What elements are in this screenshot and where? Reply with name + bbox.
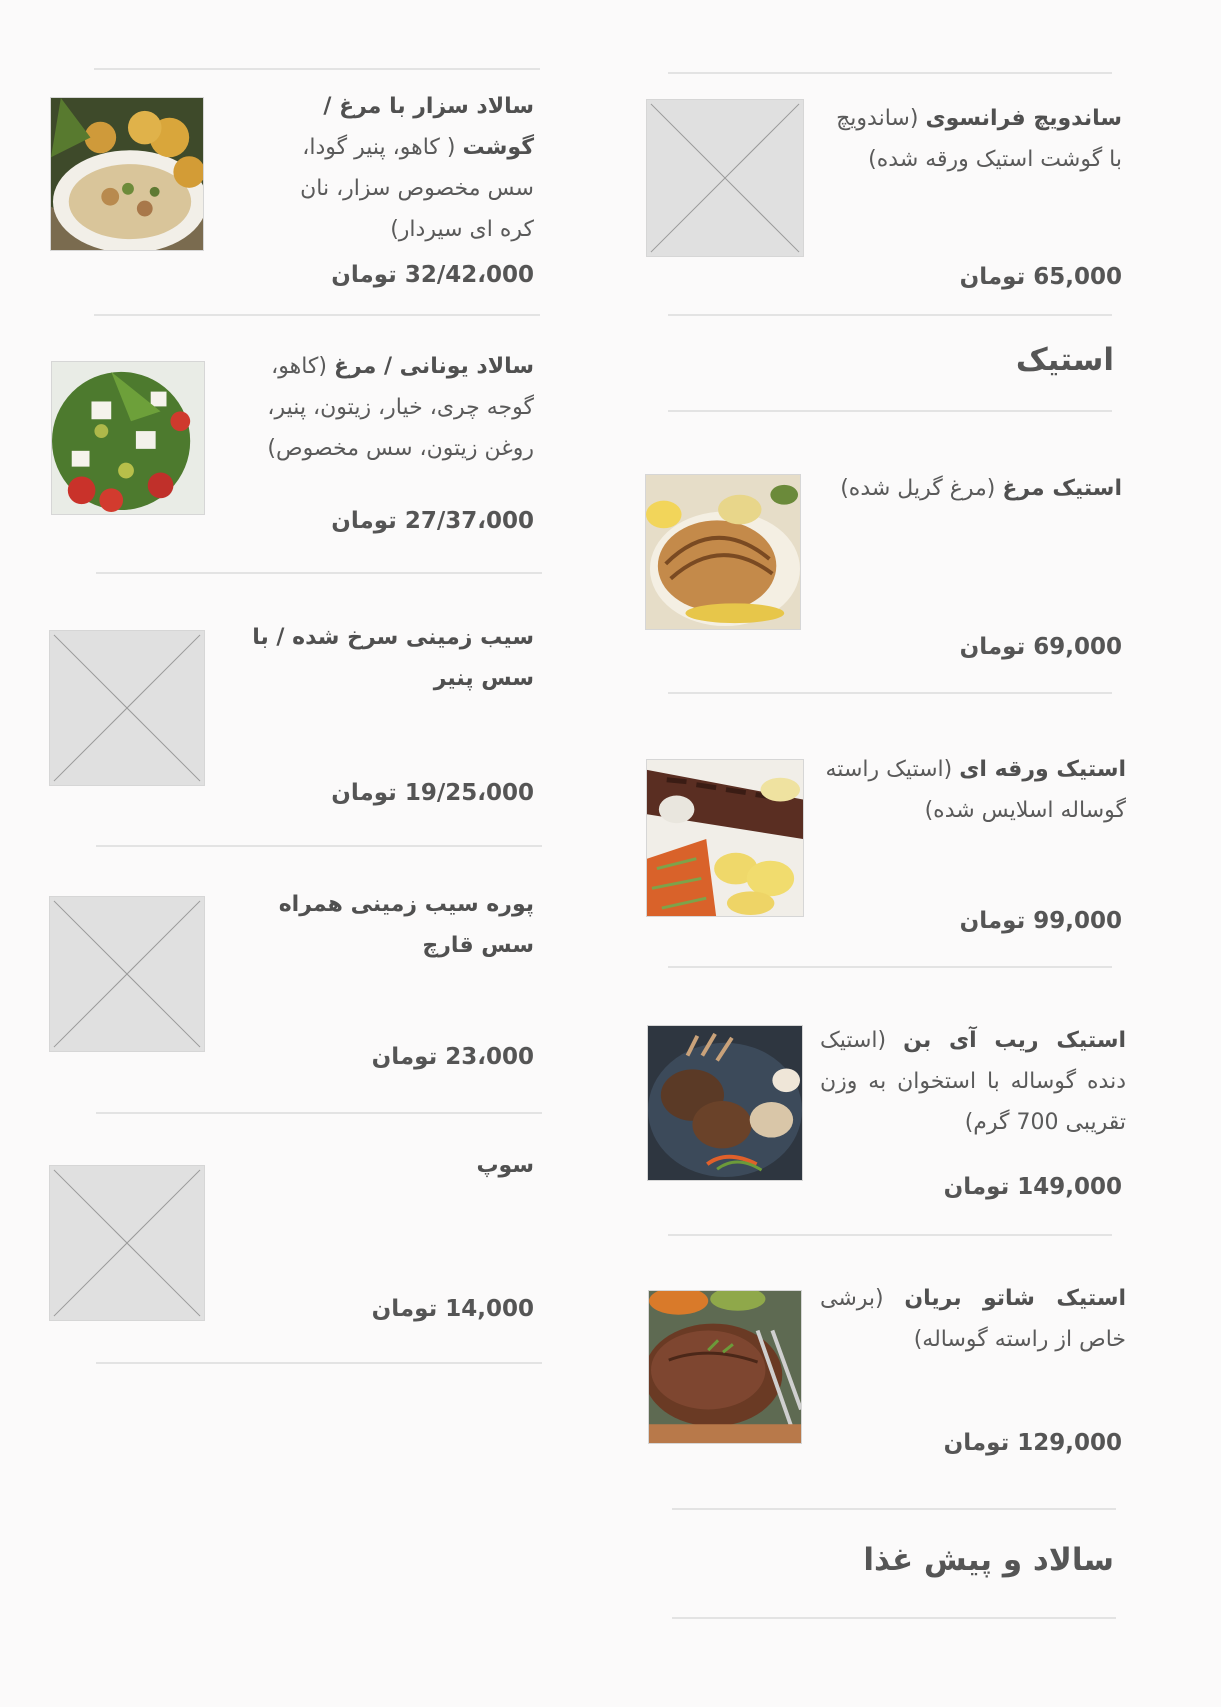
placeholder-cross-icon [53,900,201,1048]
food-photo[interactable] [647,1025,803,1181]
item-name: ساندویچ فرانسوی [925,106,1122,131]
item-price: 19/25،000 تومان [331,780,534,806]
chateaubriand-steak-photo [649,1291,801,1443]
food-photo[interactable] [648,1290,802,1444]
sliced-steak-photo [647,760,803,916]
item-name: سیب زمینی سرخ شده / با سس پنیر [252,625,534,691]
item-description: سالاد سزار با مرغ / گوشت ( کاهو، پنیر گو… [272,86,534,250]
image-placeholder [49,1165,205,1321]
category-heading-steak: استیک [1015,342,1114,378]
item-price: 129,000 تومان [943,1430,1122,1456]
item-price: 32/42،000 تومان [331,262,534,288]
food-photo[interactable] [50,97,204,251]
image-placeholder [49,630,205,786]
greek-salad-photo [52,362,204,514]
item-name: استیک ریب آی بن [903,1028,1126,1053]
item-name: پوره سیب زمینی همراه سس قارچ [278,892,534,958]
chicken-steak-photo [646,475,800,629]
item-description: استیک ورقه ای (استیک راسته گوساله اسلایس… [820,749,1126,831]
caesar-salad-photo [51,98,203,250]
item-description: ساندویچ فرانسوی (ساندویچ با گوشت استیک و… [818,98,1122,180]
rib-eye-steak-photo [648,1026,802,1180]
category-heading-salad-appetizer: سالاد و پیش غذا [863,1542,1114,1578]
divider [96,845,542,847]
divider [668,966,1112,968]
divider [668,72,1112,74]
item-price: 65,000 تومان [959,264,1122,290]
placeholder-cross-icon [650,103,800,253]
placeholder-cross-icon [53,634,201,782]
item-price: 14,000 تومان [371,1296,534,1322]
item-name: سوپ [476,1153,534,1178]
item-name: استیک ورقه ای [959,757,1126,782]
image-placeholder [49,896,205,1052]
item-description: سالاد یونانی / مرغ (کاهو، گوجه چری، خیار… [234,346,534,469]
item-description: استیک مرغ (مرغ گریل شده) [818,468,1122,509]
placeholder-cross-icon [53,1169,201,1317]
item-description: استیک ریب آی بن (استیک دنده گوساله با اس… [820,1020,1126,1143]
item-name: استیک شاتو بریان [904,1286,1126,1311]
food-photo[interactable] [51,361,205,515]
item-detail: (مرغ گریل شده) [840,476,996,501]
divider [96,1362,542,1364]
divider [668,1234,1112,1236]
divider [96,1112,542,1114]
item-price: 27/37،000 تومان [331,508,534,534]
divider [672,1617,1116,1619]
item-price: 149,000 تومان [943,1174,1122,1200]
item-name: سالاد یونانی / مرغ [333,354,534,379]
image-placeholder [646,99,804,257]
item-price: 69,000 تومان [959,634,1122,660]
divider [96,572,542,574]
food-photo[interactable] [646,759,804,917]
divider [668,692,1112,694]
item-price: 23،000 تومان [371,1044,534,1070]
item-name: استیک مرغ [1002,476,1122,501]
divider [94,68,540,70]
divider [668,314,1112,316]
divider [672,1508,1116,1510]
food-photo[interactable] [645,474,801,630]
divider [94,314,540,316]
divider [668,410,1112,412]
item-price: 99,000 تومان [959,908,1122,934]
item-description: استیک شاتو بریان (برشی خاص از راسته گوسا… [820,1278,1126,1360]
